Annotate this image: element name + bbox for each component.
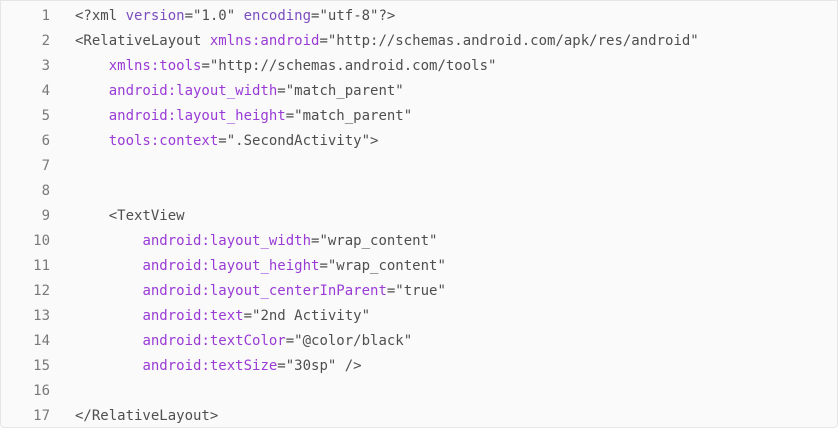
code-line: 16 [1, 379, 837, 404]
code-token: ="wrap_content" [319, 258, 446, 274]
code-token: android:layout_height [108, 108, 286, 124]
line-number: 13 [33, 308, 50, 324]
code-token: ="@color/black" [285, 333, 413, 349]
code-text: xmlns:tools="http://schemas.android.com/… [75, 54, 497, 79]
code-token: version [125, 8, 185, 24]
line-number: 3 [41, 58, 50, 74]
code-text: android:textSize="30sp" /> [75, 354, 362, 379]
code-text: android:layout_width="wrap_content" [75, 229, 437, 254]
line-number: 15 [33, 358, 50, 374]
line-number: 17 [33, 408, 50, 424]
code-text: android:layout_centerInParent="true" [75, 279, 446, 304]
code-token: <RelativeLayout [75, 33, 210, 49]
code-line: 1 <?xml version="1.0" encoding="utf-8"?> [1, 4, 837, 29]
code-token: ="utf-8"?> [311, 8, 396, 24]
code-text: <?xml version="1.0" encoding="utf-8"?> [75, 4, 395, 29]
code-token: android:textColor [142, 333, 286, 349]
line-number: 10 [33, 233, 50, 249]
code-line: 2 <RelativeLayout xmlns:android="http://s… [1, 29, 837, 54]
line-number: 9 [41, 208, 50, 224]
code-block: 1 <?xml version="1.0" encoding="utf-8"?> 2… [0, 0, 838, 428]
code-token: ="match_parent" [277, 83, 404, 99]
code-token: </RelativeLayout> [75, 408, 219, 424]
code-text: </RelativeLayout> [75, 404, 219, 427]
code-text: android:textColor="@color/black" [75, 329, 412, 354]
code-token: tools:context [108, 133, 219, 149]
code-token: <TextView [75, 208, 185, 224]
line-number: 4 [41, 83, 50, 99]
code-text: android:layout_height="match_parent" [75, 104, 412, 129]
code-token: ="true" [386, 283, 446, 299]
code-line: 10 android:layout_width="wrap_content" [1, 229, 837, 254]
code-token: xmlns:android [209, 33, 320, 49]
code-token: ="2nd Activity" [243, 308, 371, 324]
code-token: encoding [243, 8, 312, 24]
code-token: ="http://schemas.android.com/apk/res/and… [319, 33, 699, 49]
code-text: android:layout_width="match_parent" [75, 79, 404, 104]
line-number: 6 [41, 133, 50, 149]
line-number: 5 [41, 108, 50, 124]
code-token: <?xml [75, 8, 126, 24]
code-line: 8 [1, 179, 837, 204]
code-text: android:text="2nd Activity" [75, 304, 370, 329]
code-line: 17 </RelativeLayout> [1, 404, 837, 427]
code-text: tools:context=".SecondActivity"> [75, 129, 379, 154]
code-token: android:layout_height [142, 258, 320, 274]
line-number: 8 [41, 183, 50, 199]
code-token: android:layout_width [108, 83, 278, 99]
code-token: android:text [142, 308, 244, 324]
code-line: 3 xmlns:tools="http://schemas.android.co… [1, 54, 837, 79]
code-token: ="wrap_content" [311, 233, 438, 249]
code-line: 5 android:layout_height="match_parent" [1, 104, 837, 129]
code-line: 15 android:textSize="30sp" /> [1, 354, 837, 379]
code-token: android:layout_width [142, 233, 312, 249]
line-number: 14 [33, 333, 50, 349]
code-token: android:layout_centerInParent [142, 283, 387, 299]
code-text: <RelativeLayout xmlns:android="http://sc… [75, 29, 699, 54]
line-number: 7 [41, 158, 50, 174]
code-line: 4 android:layout_width="match_parent" [1, 79, 837, 104]
code-token: ="match_parent" [285, 108, 413, 124]
code-line: 7 [1, 154, 837, 179]
code-line: 12 android:layout_centerInParent="true" [1, 279, 837, 304]
line-number: 2 [41, 33, 50, 49]
code-line: 6 tools:context=".SecondActivity"> [1, 129, 837, 154]
code-line: 9 <TextView [1, 204, 837, 229]
code-text: android:layout_height="wrap_content" [75, 254, 446, 279]
code-token: =".SecondActivity"> [218, 133, 379, 149]
line-number: 12 [33, 283, 50, 299]
code-line: 13 android:text="2nd Activity" [1, 304, 837, 329]
code-token: xmlns:tools [108, 58, 202, 74]
code-token: ="http://schemas.android.com/tools" [201, 58, 497, 74]
line-number: 16 [33, 383, 50, 399]
code-text: <TextView [75, 204, 185, 229]
code-line: 14 android:textColor="@color/black" [1, 329, 837, 354]
code-line: 11 android:layout_height="wrap_content" [1, 254, 837, 279]
line-number: 11 [33, 258, 50, 274]
code-token: android:textSize [142, 358, 278, 374]
code-token: ="30sp" /> [277, 358, 362, 374]
code-token: ="1.0" [184, 8, 244, 24]
line-number: 1 [41, 8, 50, 24]
